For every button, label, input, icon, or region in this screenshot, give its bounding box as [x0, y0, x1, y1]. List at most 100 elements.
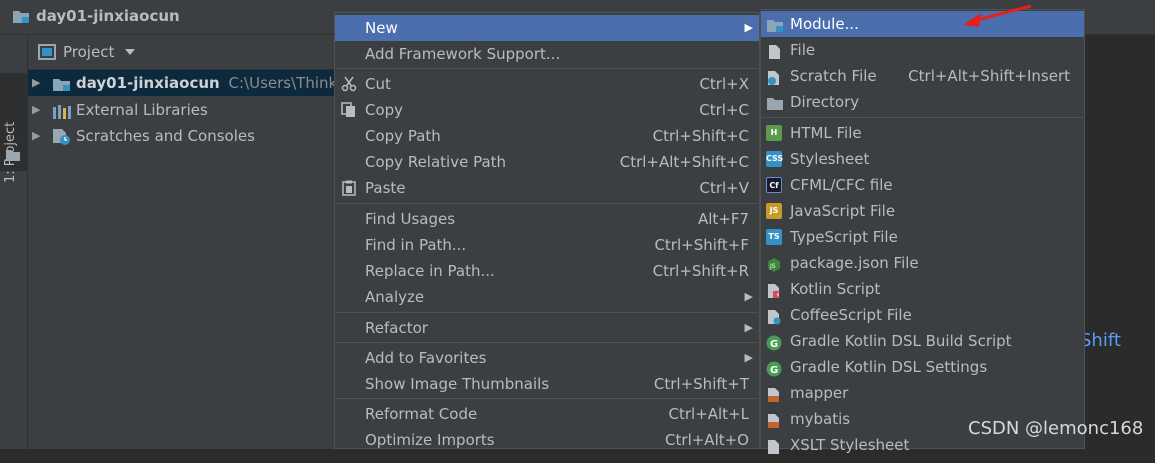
submenu-item-gradle-build-script[interactable]: G Gradle Kotlin DSL Build Script: [761, 328, 1084, 354]
submenu-item-html-file[interactable]: H HTML File: [761, 120, 1084, 146]
menu-item-copy-relative-path[interactable]: Copy Relative Path Ctrl+Alt+Shift+C: [335, 149, 759, 175]
submenu-item-package-json[interactable]: JS package.json File: [761, 250, 1084, 276]
scratch-file-icon: [766, 68, 782, 85]
submenu-item-label: mapper: [790, 384, 849, 402]
submenu-item-cfml-file[interactable]: Cf CFML/CFC file: [761, 172, 1084, 198]
project-tool-tab[interactable]: 1: Project: [0, 73, 27, 183]
new-submenu: Module... File Scratch File Ctrl+Alt+Shi…: [760, 9, 1085, 454]
gradle-icon: G: [766, 359, 782, 377]
menu-item-analyze[interactable]: Analyze ▶: [335, 284, 759, 310]
menu-separator: [336, 203, 758, 204]
submenu-item-typescript-file[interactable]: TS TypeScript File: [761, 224, 1084, 250]
submenu-item-label: Gradle Kotlin DSL Settings: [790, 358, 988, 376]
menu-item-shortcut: Alt+F7: [697, 210, 749, 228]
tree-item-label: External Libraries: [76, 101, 208, 119]
tree-item-project-root[interactable]: ▶ day01-jinxiaocun C:\Users\ThinkPa: [28, 70, 334, 96]
menu-item-new[interactable]: New ▶: [335, 15, 759, 41]
html-file-icon: H: [766, 125, 782, 141]
submenu-item-label: mybatis: [790, 410, 851, 428]
watermark: CSDN @lemonc168: [968, 418, 1144, 439]
expand-arrow-icon[interactable]: ▶: [32, 97, 40, 123]
menu-item-find-usages[interactable]: Find Usages Alt+F7: [335, 206, 759, 232]
submenu-item-directory[interactable]: Directory: [761, 89, 1084, 115]
tree-item-scratches[interactable]: ▶ Scratches and Consoles: [28, 123, 334, 149]
menu-item-shortcut: Ctrl+Alt+O: [665, 431, 749, 449]
submenu-arrow-icon: ▶: [744, 21, 753, 34]
menu-item-paste[interactable]: Paste Ctrl+V: [335, 175, 759, 201]
tree-item-external-libraries[interactable]: ▶ External Libraries: [28, 97, 334, 123]
menu-item-shortcut: Ctrl+Alt+Shift+C: [619, 153, 749, 171]
submenu-item-kotlin-script[interactable]: Kotlin Script: [761, 276, 1084, 302]
submenu-item-label: Stylesheet: [790, 150, 870, 168]
menu-item-optimize-imports[interactable]: Optimize Imports Ctrl+Alt+O: [335, 427, 759, 453]
tree-item-label: day01-jinxiaocun: [76, 74, 220, 92]
editor-area: [1085, 35, 1155, 449]
submenu-item-label: JavaScript File: [790, 202, 896, 220]
menu-item-reformat-code[interactable]: Reformat Code Ctrl+Alt+L: [335, 401, 759, 427]
module-folder-icon: [52, 75, 72, 96]
xml-template-icon: [766, 385, 782, 402]
menu-item-replace-in-path[interactable]: Replace in Path... Ctrl+Shift+R: [335, 258, 759, 284]
submenu-item-mapper[interactable]: mapper: [761, 380, 1084, 406]
menu-item-label: New: [365, 19, 398, 37]
submenu-item-label: HTML File: [790, 124, 862, 142]
menu-item-label: Analyze: [365, 288, 425, 306]
libraries-icon: [52, 102, 72, 123]
submenu-item-label: File: [790, 41, 816, 59]
menu-item-shortcut: Ctrl+V: [699, 179, 749, 197]
scissors-icon: [341, 76, 357, 92]
menu-item-label: Copy: [365, 101, 404, 119]
expand-arrow-icon[interactable]: ▶: [32, 70, 40, 96]
menu-item-cut[interactable]: Cut Ctrl+X: [335, 71, 759, 97]
menu-item-refactor[interactable]: Refactor ▶: [335, 315, 759, 341]
menu-item-show-image-thumbnails[interactable]: Show Image Thumbnails Ctrl+Shift+T: [335, 371, 759, 397]
cfml-file-icon: Cf: [766, 177, 782, 193]
expand-arrow-icon[interactable]: ▶: [32, 123, 40, 149]
menu-item-label: Add Framework Support...: [365, 45, 561, 63]
submenu-item-gradle-settings[interactable]: G Gradle Kotlin DSL Settings: [761, 354, 1084, 380]
folder-icon: [6, 150, 20, 161]
menu-item-copy[interactable]: Copy Ctrl+C: [335, 97, 759, 123]
kotlin-script-icon: [766, 281, 782, 298]
coffeescript-file-icon: [766, 307, 782, 325]
submenu-item-shortcut: Ctrl+Alt+Shift+Insert: [908, 67, 1070, 85]
submenu-item-module[interactable]: Module...: [761, 11, 1084, 37]
menu-item-copy-path[interactable]: Copy Path Ctrl+Shift+C: [335, 123, 759, 149]
submenu-arrow-icon: ▶: [744, 351, 753, 364]
svg-text:G: G: [770, 365, 778, 376]
submenu-item-coffeescript-file[interactable]: CoffeeScript File: [761, 302, 1084, 328]
menu-separator: [336, 398, 758, 399]
module-folder-icon: [766, 16, 783, 32]
submenu-item-label: CoffeeScript File: [790, 306, 912, 324]
menu-separator: [336, 68, 758, 69]
menu-item-find-in-path[interactable]: Find in Path... Ctrl+Shift+F: [335, 232, 759, 258]
menu-item-shortcut: Ctrl+Shift+C: [652, 127, 749, 145]
menu-item-label: Paste: [365, 179, 406, 197]
submenu-item-label: TypeScript File: [790, 228, 898, 246]
annotation-arrow-icon: [963, 4, 1032, 27]
svg-text:G: G: [770, 339, 778, 350]
menu-item-shortcut: Ctrl+Shift+F: [654, 236, 749, 254]
menu-item-label: Refactor: [365, 319, 428, 337]
project-panel-header[interactable]: Project: [28, 35, 334, 70]
submenu-item-stylesheet[interactable]: CSS Stylesheet: [761, 146, 1084, 172]
submenu-arrow-icon: ▶: [744, 290, 753, 303]
menu-item-shortcut: Ctrl+X: [699, 75, 749, 93]
context-menu: New ▶ Add Framework Support... Cut Ctrl+…: [334, 12, 760, 449]
css-file-icon: CSS: [766, 151, 783, 167]
menu-item-label: Show Image Thumbnails: [365, 375, 550, 393]
submenu-arrow-icon: ▶: [744, 321, 753, 334]
chevron-down-icon[interactable]: [125, 49, 135, 55]
menu-separator: [336, 342, 758, 343]
menu-separator: [336, 312, 758, 313]
submenu-item-javascript-file[interactable]: JS JavaScript File: [761, 198, 1084, 224]
menu-item-add-framework-support[interactable]: Add Framework Support...: [335, 41, 759, 67]
menu-item-add-to-favorites[interactable]: Add to Favorites ▶: [335, 345, 759, 371]
submenu-item-scratch-file[interactable]: Scratch File Ctrl+Alt+Shift+Insert: [761, 63, 1084, 89]
clipboard-icon: [342, 180, 356, 196]
typescript-file-icon: TS: [766, 229, 782, 245]
submenu-item-label: Directory: [790, 93, 860, 111]
project-folder-icon: [12, 9, 30, 28]
tool-window-strip: 1: Project: [0, 35, 28, 449]
submenu-item-file[interactable]: File: [761, 37, 1084, 63]
